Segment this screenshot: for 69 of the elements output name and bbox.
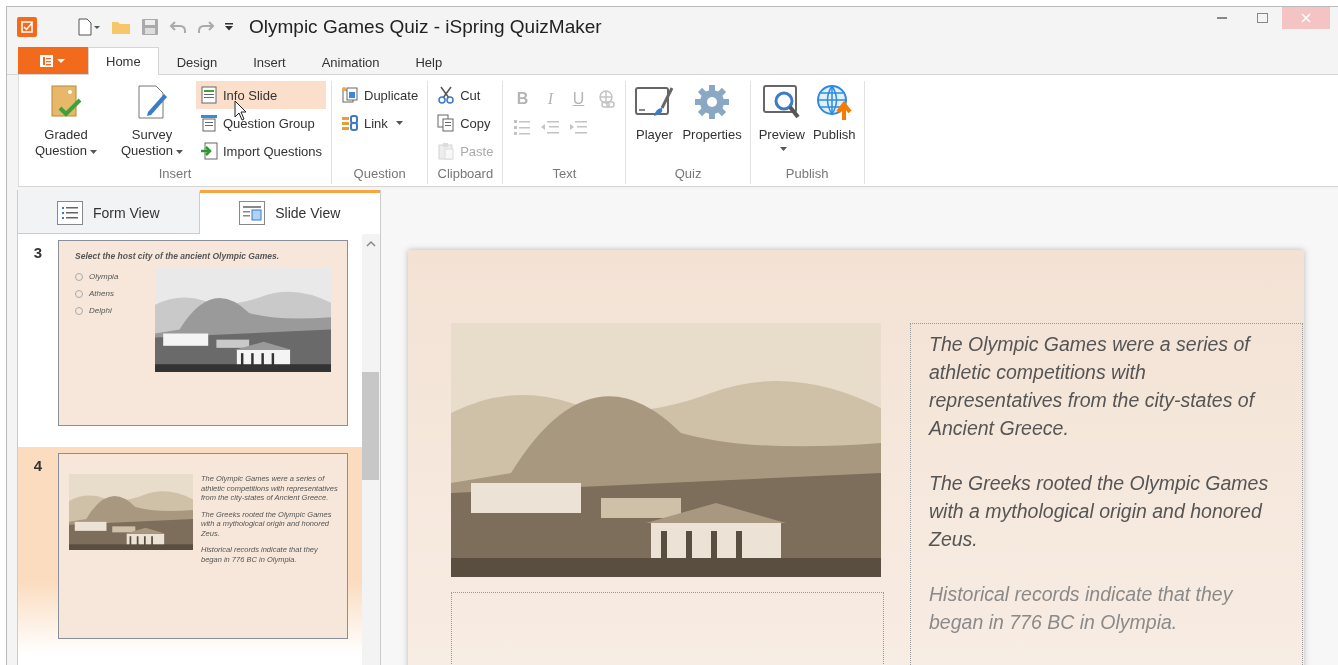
group-label: Question [352, 166, 407, 183]
duplicate-icon [341, 86, 359, 104]
list-icon [56, 201, 83, 225]
group-label: Insert [157, 166, 193, 183]
scissors-icon [437, 86, 456, 104]
customize-caret-icon[interactable] [225, 23, 233, 31]
document-icon [200, 86, 218, 104]
ribbon-button[interactable]: Import Questions [196, 137, 326, 165]
bullet-list-icon [512, 117, 533, 137]
globe-upload-icon [815, 83, 854, 121]
slide-paragraph: Historical records indicate that they began in 776 BC in Olympia. [929, 582, 1235, 635]
menu-icon [40, 54, 66, 67]
close-icon[interactable] [1301, 13, 1311, 23]
text-box[interactable] [910, 323, 1303, 665]
ribbon-button[interactable]: Cut [433, 81, 498, 109]
ribbon-button[interactable]: Preview [755, 81, 808, 153]
ribbon-button[interactable]: Player [631, 81, 678, 145]
document-list-icon [200, 114, 218, 132]
ribbon-button[interactable]: Publish [809, 81, 859, 145]
ribbon-tab[interactable]: Help [397, 48, 461, 75]
copy-icon [437, 114, 456, 132]
question-text: Select the host city of the ancient Olympic Games. [75, 251, 281, 261]
slide-thumbnail[interactable] [58, 453, 348, 639]
slide-paragraph: The Greeks rooted the Olympic Games with a mythological origin and honored Zeus. [929, 471, 1270, 552]
link-icon [341, 114, 359, 132]
group-label: Quiz [673, 166, 703, 183]
ribbon-button[interactable]: Link [337, 109, 423, 137]
redo-icon[interactable] [197, 19, 215, 35]
scrollbar[interactable] [362, 234, 380, 665]
slide-layout-icon [239, 201, 266, 225]
window-magnifier-icon [761, 83, 802, 121]
save-icon[interactable] [141, 18, 159, 36]
folder-icon[interactable] [111, 19, 131, 35]
document-arrow-icon [200, 142, 218, 160]
clipboard-icon [437, 142, 456, 160]
window-title: Olympic Games Quiz - iSpring QuizMaker [249, 16, 602, 38]
slide-thumbnail[interactable]: Select the host city of the ancient Olympic Games. Olympia Athens Delphi [58, 240, 348, 426]
ribbon-button[interactable]: Graded Question [24, 81, 108, 161]
group-label: Clipboard [436, 166, 495, 183]
gear-icon [693, 83, 732, 121]
globe-link-icon [596, 89, 617, 109]
slide-number: 4 [32, 456, 44, 476]
scroll-up-icon[interactable] [366, 240, 376, 247]
group-label: Text [551, 166, 578, 183]
ribbon-button[interactable]: Info Slide [196, 81, 326, 109]
slide-number: 3 [32, 243, 44, 263]
option-text: Olympia [89, 272, 119, 281]
option-text: Athens [89, 289, 114, 298]
group-label: Publish [784, 166, 830, 183]
ribbon-button[interactable]: Copy [433, 109, 498, 137]
option-text: Delphi [89, 306, 112, 315]
ribbon-button[interactable]: Duplicate [337, 81, 423, 109]
file-menu-button[interactable] [18, 47, 88, 74]
view-tab[interactable]: Form View [18, 190, 200, 234]
app-logo-icon [17, 17, 37, 37]
ribbon-button[interactable]: Properties [679, 81, 745, 145]
new-document-icon[interactable] [77, 18, 101, 36]
ribbon-button[interactable]: Survey Question [110, 81, 194, 161]
ribbon-button[interactable]: Question Group [196, 109, 326, 137]
scrollbar-thumb[interactable] [362, 372, 379, 480]
undo-icon[interactable] [169, 19, 187, 35]
slide-list-item[interactable] [18, 447, 362, 654]
slide-paragraph: The Olympic Games were a series of athletic competitions with representatives from the city-states of Ancient Greece. [929, 332, 1257, 441]
ribbon-tab[interactable]: Insert [235, 48, 304, 75]
slide-list-item[interactable]: 3 Select the host city of the ancient Olympic Games. Olympia Athens Delphi [18, 234, 362, 447]
maximize-icon[interactable] [1256, 13, 1268, 23]
ribbon-tab[interactable]: Home [88, 47, 159, 75]
ribbon-tab[interactable]: Animation [303, 48, 398, 75]
ribbon-tab[interactable]: Design [158, 48, 236, 75]
